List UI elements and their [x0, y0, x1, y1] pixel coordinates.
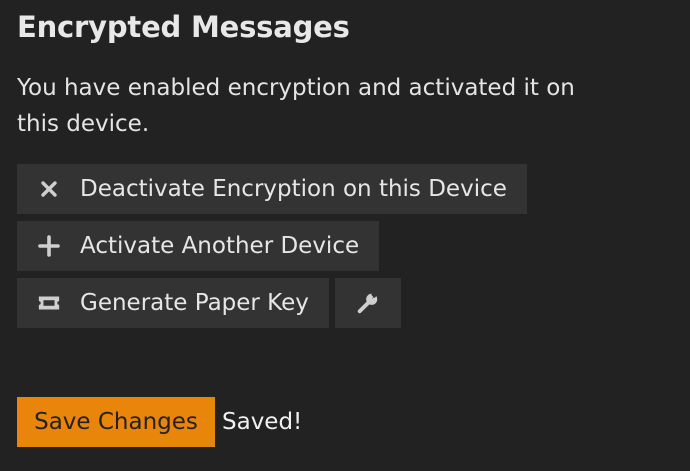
- plus-icon: [37, 234, 61, 258]
- deactivate-encryption-label: Deactivate Encryption on this Device: [80, 176, 507, 202]
- settings-button[interactable]: [334, 278, 401, 328]
- encryption-actions: Deactivate Encryption on this Device Act…: [17, 164, 677, 328]
- save-row: Save Changes Saved!: [17, 397, 302, 447]
- activate-another-device-button[interactable]: Activate Another Device: [17, 221, 380, 271]
- encrypted-messages-panel: Encrypted Messages You have enabled encr…: [17, 8, 677, 335]
- activate-another-device-label: Activate Another Device: [80, 233, 360, 259]
- save-status-text: Saved!: [222, 409, 303, 435]
- generate-paper-key-label: Generate Paper Key: [80, 290, 309, 316]
- save-changes-button[interactable]: Save Changes: [17, 397, 215, 447]
- close-icon: [37, 177, 61, 201]
- action-row-paper-key: Generate Paper Key: [17, 278, 677, 328]
- action-row-activate: Activate Another Device: [17, 221, 677, 271]
- deactivate-encryption-button[interactable]: Deactivate Encryption on this Device: [17, 164, 527, 214]
- encryption-status-description: You have enabled encryption and activate…: [17, 75, 575, 137]
- ticket-icon: [37, 291, 61, 315]
- section-title: Encrypted Messages: [17, 10, 350, 44]
- generate-paper-key-button[interactable]: Generate Paper Key: [17, 278, 329, 328]
- wrench-icon: [356, 290, 380, 315]
- action-row-deactivate: Deactivate Encryption on this Device: [17, 164, 677, 214]
